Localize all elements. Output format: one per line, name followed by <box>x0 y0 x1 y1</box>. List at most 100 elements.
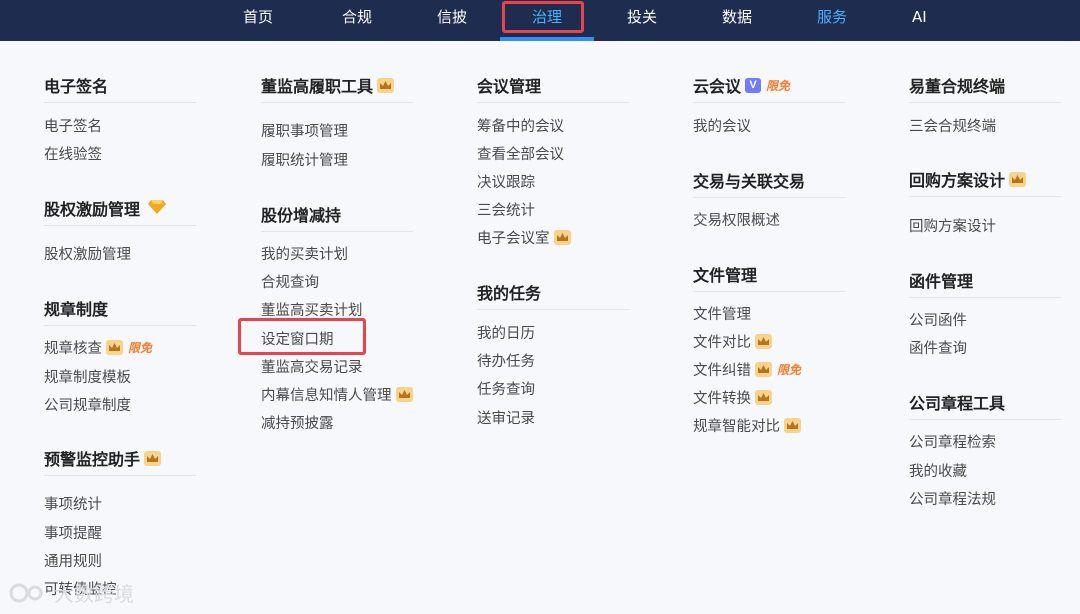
link-my-trade-plan[interactable]: 我的买卖计划 <box>261 243 348 264</box>
link-buyback-design[interactable]: 回购方案设计 <box>909 215 996 236</box>
link-file-correction[interactable]: 文件纠错 限免 <box>693 359 801 380</box>
link-label: 电子会议室 <box>477 231 550 247</box>
section-divider <box>261 102 413 103</box>
crown-icon <box>377 77 395 93</box>
link-my-meetings[interactable]: 我的会议 <box>693 115 751 136</box>
link-set-window-period[interactable]: 设定窗口期 <box>261 328 334 349</box>
link-item-reminder[interactable]: 事项提醒 <box>44 522 102 543</box>
section-divider <box>693 291 845 292</box>
section-divider <box>693 102 845 103</box>
link-label: 规章核查 <box>44 341 102 357</box>
watermark-text: 大数跨境 <box>54 582 134 606</box>
link-label: 规章智能对比 <box>693 419 780 435</box>
section-divider <box>909 102 1061 103</box>
link-label: 文件纠错 <box>693 363 751 379</box>
link-label: 文件对比 <box>693 335 751 351</box>
link-all-meetings[interactable]: 查看全部会议 <box>477 143 564 164</box>
section-divider <box>477 102 629 103</box>
link-insider-management[interactable]: 内幕信息知情人管理 <box>261 384 413 405</box>
link-my-favorites[interactable]: 我的收藏 <box>909 460 967 481</box>
section-title-related-transactions: 交易与关联交易 <box>693 172 806 191</box>
nav-compliance[interactable]: 合规 <box>342 0 372 41</box>
crown-icon <box>784 418 801 433</box>
nav-services[interactable]: 服务 <box>817 0 847 41</box>
link-general-rules[interactable]: 通用规则 <box>44 550 102 571</box>
section-title-compliance-terminal: 易董合规终端 <box>909 77 1006 96</box>
free-badge: 限免 <box>128 341 153 355</box>
diamond-icon <box>148 199 167 218</box>
active-tab-underline <box>500 37 594 41</box>
link-exec-trade-plan[interactable]: 董监高买卖计划 <box>261 299 363 320</box>
section-title-cloud-meeting: 云会议 V 限免 <box>693 73 790 97</box>
link-compliance-query[interactable]: 合规查询 <box>261 271 319 292</box>
crown-icon <box>755 362 772 377</box>
nav-disclosure[interactable]: 信披 <box>437 0 467 41</box>
section-title-meeting-management: 会议管理 <box>477 77 542 96</box>
section-divider <box>477 309 629 310</box>
link-duty-stats[interactable]: 履职统计管理 <box>261 149 348 170</box>
section-title-e-signature: 电子签名 <box>44 77 109 96</box>
link-regulation-check[interactable]: 规章核查 限免 <box>44 337 152 358</box>
link-articles-search[interactable]: 公司章程检索 <box>909 431 996 452</box>
nav-home[interactable]: 首页 <box>243 0 273 41</box>
nav-governance[interactable]: 治理 <box>532 0 562 41</box>
link-duty-management[interactable]: 履职事项管理 <box>261 120 348 141</box>
section-title-regulations: 规章制度 <box>44 300 109 319</box>
link-online-verify[interactable]: 在线验签 <box>44 143 102 164</box>
link-company-regulations[interactable]: 公司规章制度 <box>44 394 131 415</box>
link-review-records[interactable]: 送审记录 <box>477 407 535 428</box>
free-badge: 限免 <box>777 363 802 377</box>
link-task-query[interactable]: 任务查询 <box>477 378 535 399</box>
watermark: 大数跨境 <box>8 578 134 607</box>
link-meeting-compliance-terminal[interactable]: 三会合规终端 <box>909 115 996 136</box>
link-file-conversion[interactable]: 文件转换 <box>693 387 772 408</box>
link-preparing-meetings[interactable]: 筹备中的会议 <box>477 115 564 136</box>
section-title-file-management: 文件管理 <box>693 266 758 285</box>
nav-data[interactable]: 数据 <box>722 0 752 41</box>
section-divider <box>909 196 1061 197</box>
nav-investor-relations[interactable]: 投关 <box>627 0 657 41</box>
link-smart-regulation-compare[interactable]: 规章智能对比 <box>693 415 801 436</box>
link-equity-incentive[interactable]: 股权激励管理 <box>44 243 131 264</box>
link-articles-regulations[interactable]: 公司章程法规 <box>909 488 996 509</box>
section-title-shareholding: 股份增减持 <box>261 206 342 225</box>
link-e-meeting-room[interactable]: 电子会议室 <box>477 227 571 248</box>
crown-icon <box>755 390 772 405</box>
section-title-text: 董监高履职工具 <box>261 77 374 96</box>
link-file-management[interactable]: 文件管理 <box>693 303 751 324</box>
link-regulation-template[interactable]: 规章制度模板 <box>44 366 131 387</box>
link-file-compare[interactable]: 文件对比 <box>693 331 772 352</box>
link-letter-query[interactable]: 函件查询 <box>909 337 967 358</box>
section-divider <box>44 225 196 226</box>
crown-icon <box>395 387 413 402</box>
crown-icon <box>755 334 772 349</box>
section-title-letter-management: 函件管理 <box>909 272 974 291</box>
link-todo-tasks[interactable]: 待办任务 <box>477 350 535 371</box>
link-my-calendar[interactable]: 我的日历 <box>477 322 535 343</box>
nav-ai[interactable]: AI <box>912 0 927 41</box>
section-title-my-tasks: 我的任务 <box>477 284 542 303</box>
link-company-letters[interactable]: 公司函件 <box>909 309 967 330</box>
section-title-text: 股权激励管理 <box>44 200 141 219</box>
link-meeting-stats[interactable]: 三会统计 <box>477 199 535 220</box>
section-title-buyback-design: 回购方案设计 <box>909 167 1027 191</box>
free-badge: 限免 <box>766 78 791 93</box>
link-trade-authority[interactable]: 交易权限概述 <box>693 209 780 230</box>
crown-icon <box>144 450 162 466</box>
link-reduction-predisclosure[interactable]: 减持预披露 <box>261 412 334 433</box>
crown-icon <box>553 230 571 245</box>
section-title-equity-incentive: 股权激励管理 <box>44 196 167 220</box>
link-exec-trade-records[interactable]: 董监高交易记录 <box>261 356 363 377</box>
crown-icon <box>106 340 123 355</box>
link-item-stats[interactable]: 事项统计 <box>44 493 102 514</box>
link-resolution-tracking[interactable]: 决议跟踪 <box>477 171 535 192</box>
link-e-signature[interactable]: 电子签名 <box>44 115 102 136</box>
section-title-articles-tools: 公司章程工具 <box>909 394 1006 413</box>
section-title-duty-tools: 董监高履职工具 <box>261 73 395 97</box>
link-label: 内幕信息知情人管理 <box>261 388 392 404</box>
vip-badge-icon: V <box>745 77 762 93</box>
link-label: 文件转换 <box>693 391 751 407</box>
section-divider <box>909 419 1061 420</box>
section-title-text: 预警监控助手 <box>44 450 141 469</box>
section-divider <box>44 102 196 103</box>
